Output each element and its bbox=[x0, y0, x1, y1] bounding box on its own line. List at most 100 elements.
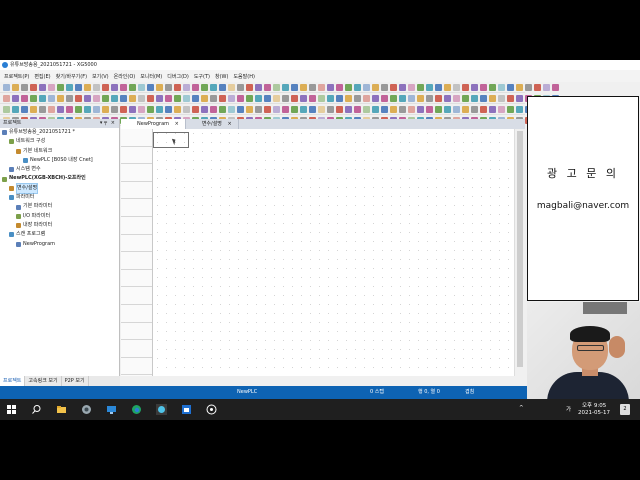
tree-item[interactable]: 기본 네트워크 bbox=[0, 147, 119, 156]
toolbar-button-icon[interactable] bbox=[372, 105, 379, 113]
toolbar-button-icon[interactable] bbox=[138, 105, 145, 113]
toolbar-button-icon[interactable] bbox=[147, 105, 154, 113]
toolbar-button-icon[interactable] bbox=[264, 83, 271, 91]
toolbar-button-icon[interactable] bbox=[435, 105, 442, 113]
toolbar-button-icon[interactable] bbox=[21, 105, 28, 113]
toolbar-button-icon[interactable] bbox=[264, 94, 271, 102]
toolbar-button-icon[interactable] bbox=[165, 105, 172, 113]
toolbar-button-icon[interactable] bbox=[426, 105, 433, 113]
toolbar-button-icon[interactable] bbox=[300, 83, 307, 91]
toolbar-button-icon[interactable] bbox=[480, 94, 487, 102]
tab-highspeed-link-view[interactable]: 고속링크 보기 bbox=[25, 376, 62, 386]
windows-start-icon[interactable] bbox=[7, 405, 16, 414]
toolbar-button-icon[interactable] bbox=[156, 105, 163, 113]
toolbar-button-icon[interactable] bbox=[444, 105, 451, 113]
toolbar-button-icon[interactable] bbox=[525, 83, 532, 91]
toolbar-button-icon[interactable] bbox=[390, 105, 397, 113]
toolbar-button-icon[interactable] bbox=[354, 105, 361, 113]
tree-item[interactable]: 시스템 변수 bbox=[0, 165, 119, 174]
toolbar-button-icon[interactable] bbox=[336, 94, 343, 102]
toolbar-button-icon[interactable] bbox=[120, 105, 127, 113]
clock-date[interactable]: 2021-05-17 bbox=[578, 410, 610, 416]
toolbar-button-icon[interactable] bbox=[57, 105, 64, 113]
toolbar-button-icon[interactable] bbox=[417, 105, 424, 113]
toolbar-button-icon[interactable] bbox=[75, 105, 82, 113]
toolbar-button-icon[interactable] bbox=[219, 83, 226, 91]
toolbar-button-icon[interactable] bbox=[282, 83, 289, 91]
toolbar-button-icon[interactable] bbox=[507, 83, 514, 91]
toolbar-button-icon[interactable] bbox=[498, 105, 505, 113]
toolbar-button-icon[interactable] bbox=[12, 105, 19, 113]
clock-time[interactable]: 오후 9:05 bbox=[582, 401, 606, 409]
toolbar-button-icon[interactable] bbox=[48, 83, 55, 91]
toolbar-button-icon[interactable] bbox=[210, 83, 217, 91]
toolbar-button-icon[interactable] bbox=[507, 105, 514, 113]
toolbar-button-icon[interactable] bbox=[399, 105, 406, 113]
camera-app-icon[interactable] bbox=[206, 404, 217, 415]
toolbar-button-icon[interactable] bbox=[552, 83, 559, 91]
toolbar-button-icon[interactable] bbox=[48, 94, 55, 102]
toolbar-button-icon[interactable] bbox=[66, 83, 73, 91]
toolbar-button-icon[interactable] bbox=[30, 94, 37, 102]
menu-window[interactable]: 창(W) bbox=[215, 73, 228, 80]
toolbar-button-icon[interactable] bbox=[129, 83, 136, 91]
toolbar-button-icon[interactable] bbox=[516, 94, 523, 102]
tab-newprogram[interactable]: NewProgram × bbox=[121, 119, 186, 129]
toolbar-button-icon[interactable] bbox=[327, 83, 334, 91]
toolbar-button-icon[interactable] bbox=[291, 105, 298, 113]
toolbar-button-icon[interactable] bbox=[417, 94, 424, 102]
toolbar-button-icon[interactable] bbox=[102, 83, 109, 91]
toolbar-button-icon[interactable] bbox=[102, 94, 109, 102]
toolbar-button-icon[interactable] bbox=[57, 83, 64, 91]
tray-chevron-icon[interactable]: ^ bbox=[519, 405, 524, 411]
toolbar-button-icon[interactable] bbox=[273, 83, 280, 91]
ladder-editor[interactable] bbox=[121, 129, 514, 376]
toolbar-button-icon[interactable] bbox=[498, 94, 505, 102]
tree-item[interactable]: 파라미터 bbox=[0, 193, 119, 202]
toolbar-button-icon[interactable] bbox=[201, 83, 208, 91]
scrollbar-thumb[interactable] bbox=[517, 131, 523, 367]
toolbar-button-icon[interactable] bbox=[21, 94, 28, 102]
menu-monitor[interactable]: 모니터(M) bbox=[140, 73, 162, 80]
toolbar-button-icon[interactable] bbox=[156, 83, 163, 91]
toolbar-button-icon[interactable] bbox=[156, 94, 163, 102]
toolbar-button-icon[interactable] bbox=[111, 94, 118, 102]
tree-item[interactable]: 유튜브방송용_2021051721 * bbox=[0, 128, 119, 137]
tree-item[interactable]: 스캔 프로그램 bbox=[0, 230, 119, 239]
toolbar-button-icon[interactable] bbox=[165, 94, 172, 102]
toolbar-button-icon[interactable] bbox=[66, 105, 73, 113]
toolbar-button-icon[interactable] bbox=[237, 83, 244, 91]
toolbar-button-icon[interactable] bbox=[426, 83, 433, 91]
toolbar-button-icon[interactable] bbox=[201, 105, 208, 113]
toolbar-button-icon[interactable] bbox=[246, 105, 253, 113]
menu-find-replace[interactable]: 찾기/바꾸기(F) bbox=[56, 73, 87, 80]
toolbar-button-icon[interactable] bbox=[309, 94, 316, 102]
toolbar-button-icon[interactable] bbox=[3, 105, 10, 113]
toolbar-button-icon[interactable] bbox=[75, 83, 82, 91]
toolbar-button-icon[interactable] bbox=[390, 94, 397, 102]
toolbar-button-icon[interactable] bbox=[399, 94, 406, 102]
toolbar-button-icon[interactable] bbox=[264, 105, 271, 113]
toolbar-button-icon[interactable] bbox=[93, 94, 100, 102]
search-icon[interactable] bbox=[31, 404, 42, 415]
toolbar-button-icon[interactable] bbox=[192, 83, 199, 91]
toolbar-button-icon[interactable] bbox=[381, 94, 388, 102]
toolbar-button-icon[interactable] bbox=[327, 94, 334, 102]
toolbar-button-icon[interactable] bbox=[318, 105, 325, 113]
toolbar-button-icon[interactable] bbox=[228, 105, 235, 113]
ladder-grid[interactable] bbox=[153, 129, 514, 376]
tree-item[interactable]: NewProgram bbox=[0, 240, 119, 249]
toolbar-button-icon[interactable] bbox=[282, 105, 289, 113]
menu-debug[interactable]: 디버그(D) bbox=[167, 73, 189, 80]
toolbar-button-icon[interactable] bbox=[255, 94, 262, 102]
toolbar-button-icon[interactable] bbox=[183, 105, 190, 113]
tree-item[interactable]: 기본 파라미터 bbox=[0, 202, 119, 211]
toolbar-button-icon[interactable] bbox=[363, 83, 370, 91]
notification-center-icon[interactable]: 2 bbox=[620, 404, 630, 415]
toolbar-button-icon[interactable] bbox=[480, 105, 487, 113]
toolbar-button-icon[interactable] bbox=[174, 83, 181, 91]
toolbar-button-icon[interactable] bbox=[219, 105, 226, 113]
recorder-app-icon[interactable] bbox=[181, 404, 192, 415]
toolbar-button-icon[interactable] bbox=[183, 83, 190, 91]
toolbar-button-icon[interactable] bbox=[318, 94, 325, 102]
